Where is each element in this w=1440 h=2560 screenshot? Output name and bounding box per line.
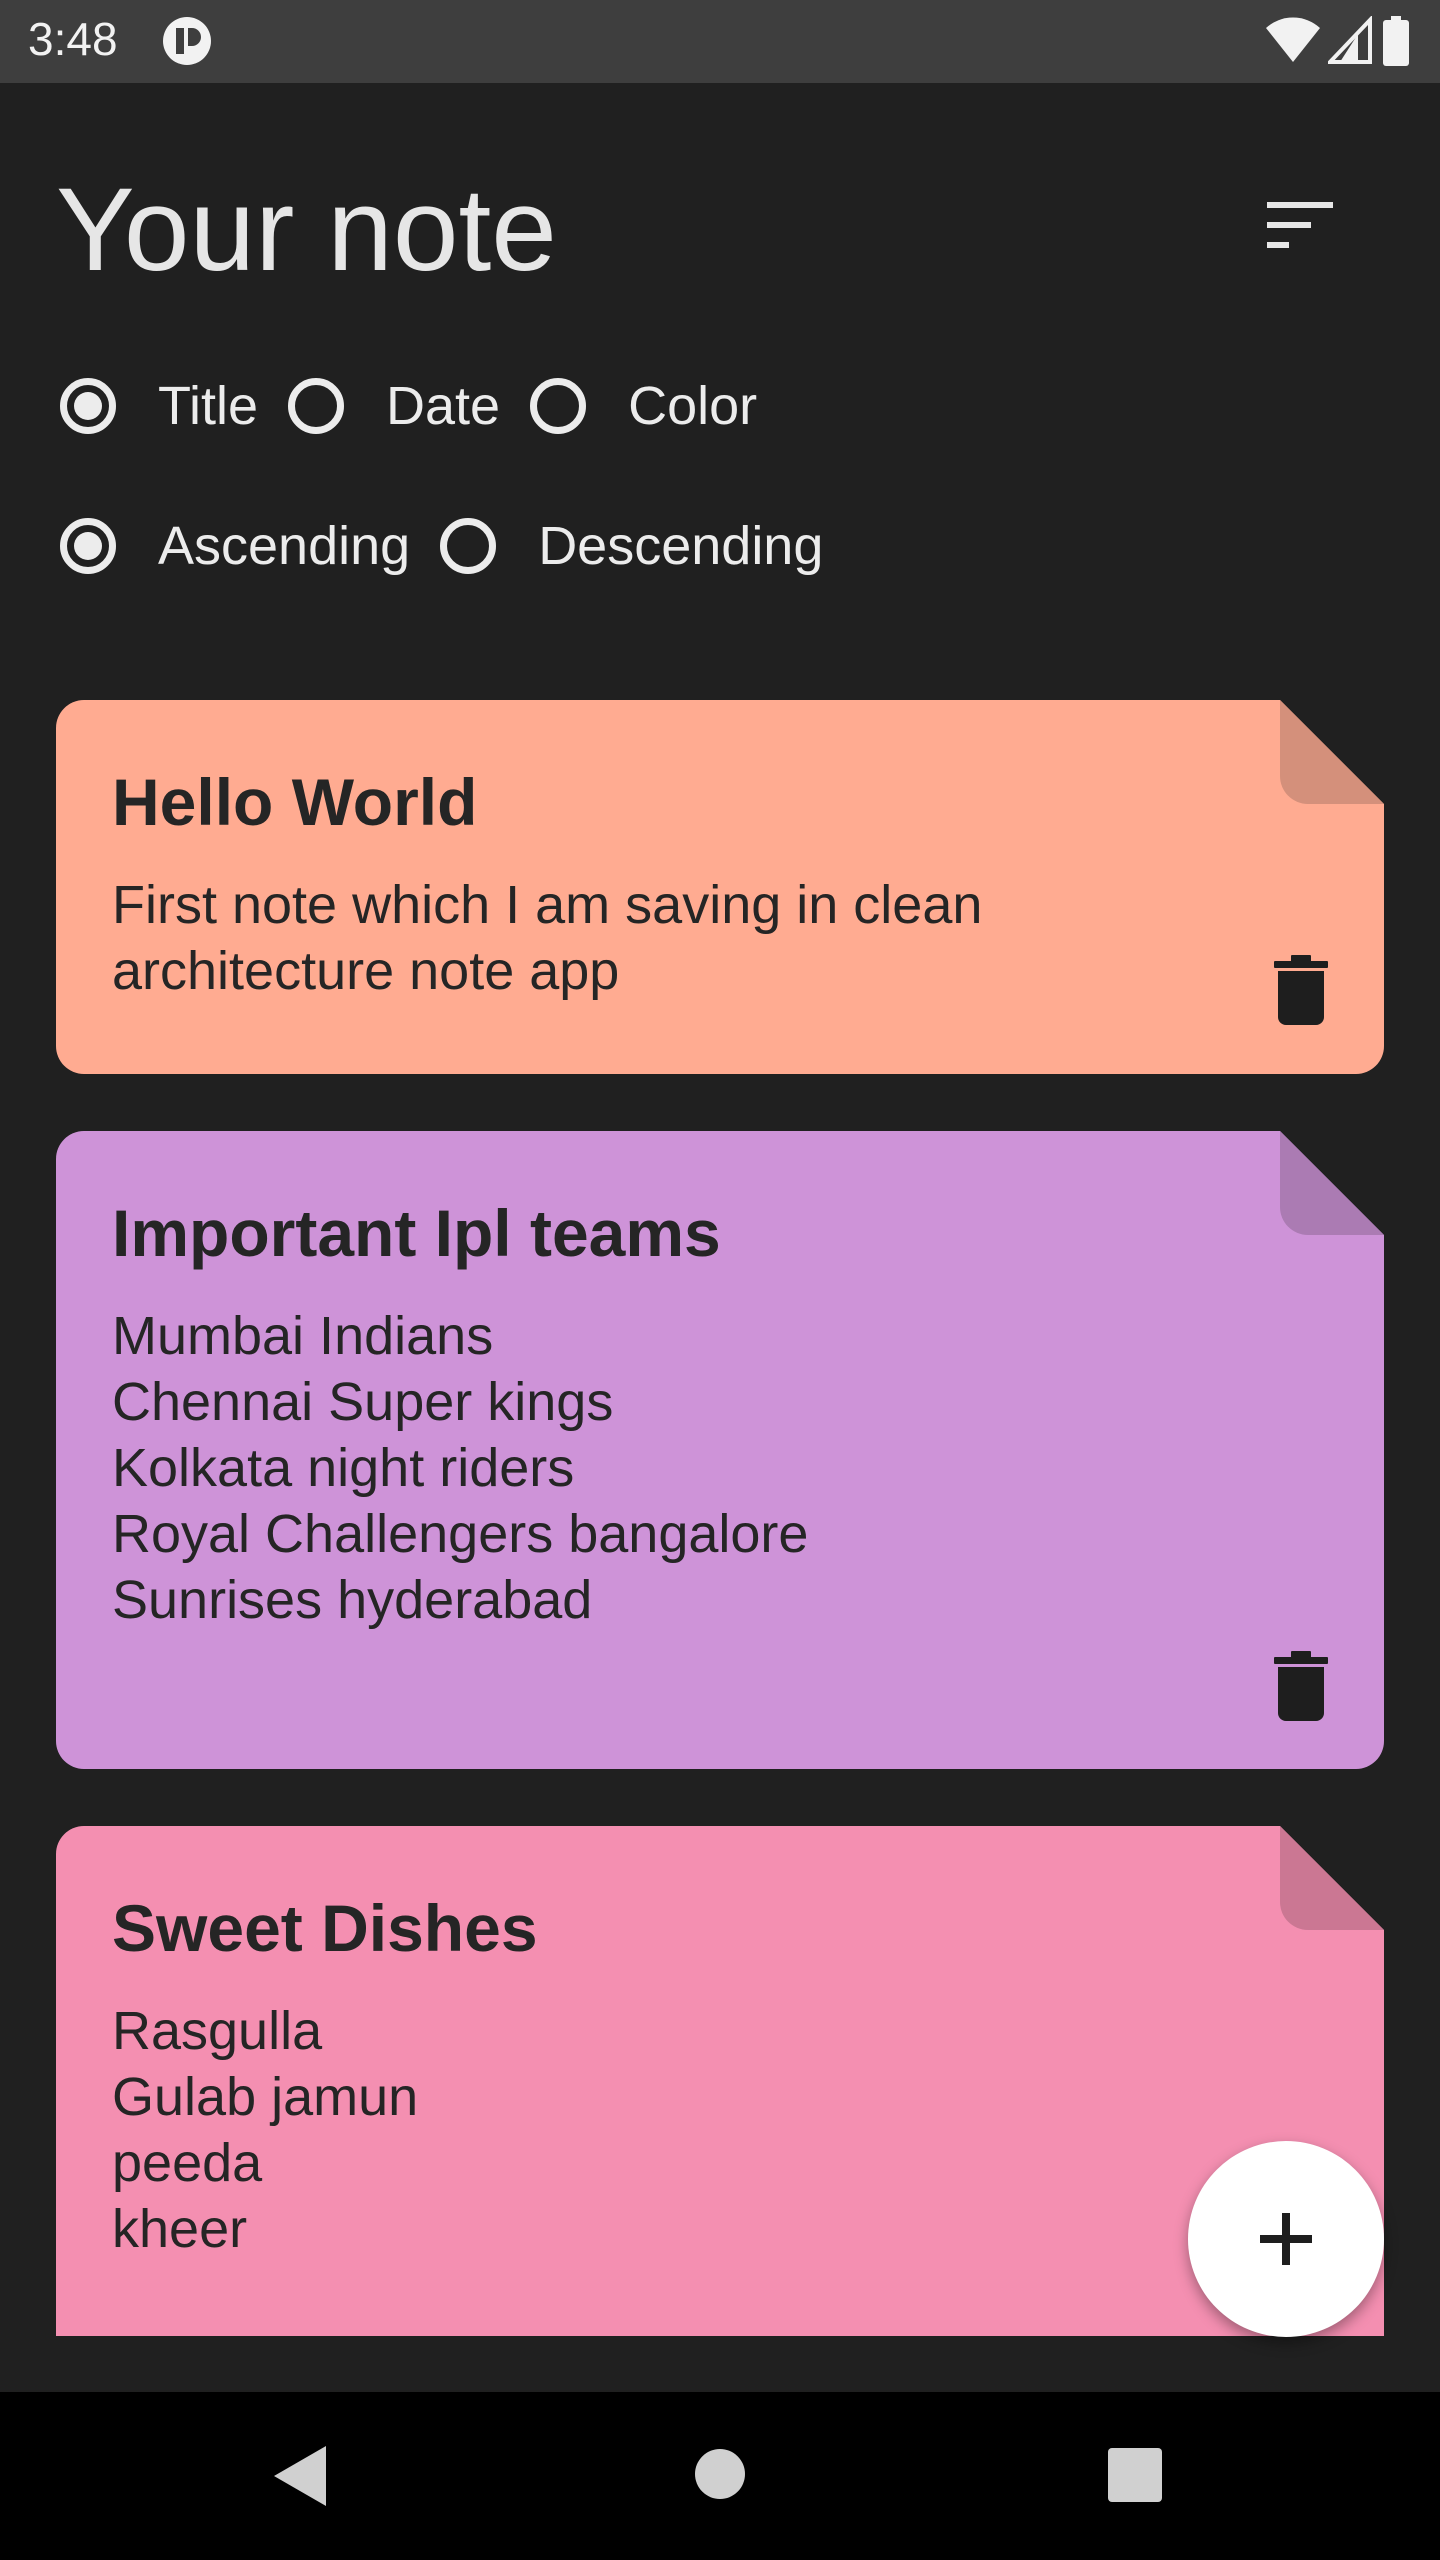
- radio-date[interactable]: Date: [288, 375, 500, 437]
- note-card[interactable]: Sweet Dishes Rasgulla Gulab jamun peeda …: [56, 1826, 1384, 2336]
- note-content: First note which I am saving in clean ar…: [112, 875, 983, 1001]
- radio-label: Date: [386, 376, 501, 436]
- note-folded-corner: [1280, 1131, 1384, 1235]
- radio-title[interactable]: Title: [60, 375, 258, 437]
- sort-by-radio-group: Title Date Color: [60, 366, 787, 446]
- page-title: Your note: [56, 164, 557, 296]
- status-bar: 3:48: [0, 0, 1440, 83]
- delete-icon[interactable]: [1274, 1651, 1328, 1721]
- radio-color[interactable]: Color: [530, 375, 757, 437]
- note-card[interactable]: Important Ipl teams Mumbai Indians Chenn…: [56, 1131, 1384, 1769]
- plus-icon: [1260, 2213, 1312, 2265]
- delete-icon[interactable]: [1274, 955, 1328, 1025]
- note-folded-corner: [1280, 700, 1384, 804]
- app-notification-icon: [163, 17, 211, 65]
- wifi-icon: [1266, 17, 1320, 62]
- note-title: Important Ipl teams: [112, 1196, 721, 1270]
- signal-icon: [1328, 16, 1372, 64]
- radio-label: Descending: [538, 516, 824, 576]
- note-title: Sweet Dishes: [112, 1891, 538, 1965]
- radio-descending[interactable]: Descending: [440, 515, 823, 577]
- radio-label: Color: [628, 376, 758, 436]
- note-content: Rasgulla Gulab jamun peeda kheer: [112, 2001, 419, 2259]
- sort-button[interactable]: [1240, 180, 1360, 270]
- radio-button-checked[interactable]: [60, 378, 116, 434]
- note-content: Mumbai Indians Chennai Super kings Kolka…: [112, 1306, 809, 1630]
- note-folded-corner: [1280, 1826, 1384, 1930]
- status-time: 3:48: [28, 13, 118, 65]
- radio-button[interactable]: [288, 378, 345, 434]
- sort-icon: [1267, 202, 1333, 248]
- note-card[interactable]: Hello World First note which I am saving…: [56, 700, 1384, 1074]
- order-radio-group: Ascending Descending: [60, 506, 853, 586]
- radio-ascending[interactable]: Ascending: [60, 515, 410, 577]
- recents-icon[interactable]: [1108, 2448, 1162, 2502]
- add-note-button[interactable]: [1188, 2141, 1384, 2337]
- radio-button-checked[interactable]: [60, 518, 116, 574]
- back-icon[interactable]: [272, 2444, 328, 2508]
- battery-icon: [1383, 16, 1409, 66]
- home-icon[interactable]: [694, 2448, 746, 2500]
- navigation-bar: [0, 2392, 1440, 2560]
- radio-button[interactable]: [530, 378, 587, 434]
- radio-label: Title: [158, 376, 259, 436]
- note-title: Hello World: [112, 765, 478, 839]
- radio-button[interactable]: [440, 518, 497, 574]
- radio-label: Ascending: [158, 516, 411, 576]
